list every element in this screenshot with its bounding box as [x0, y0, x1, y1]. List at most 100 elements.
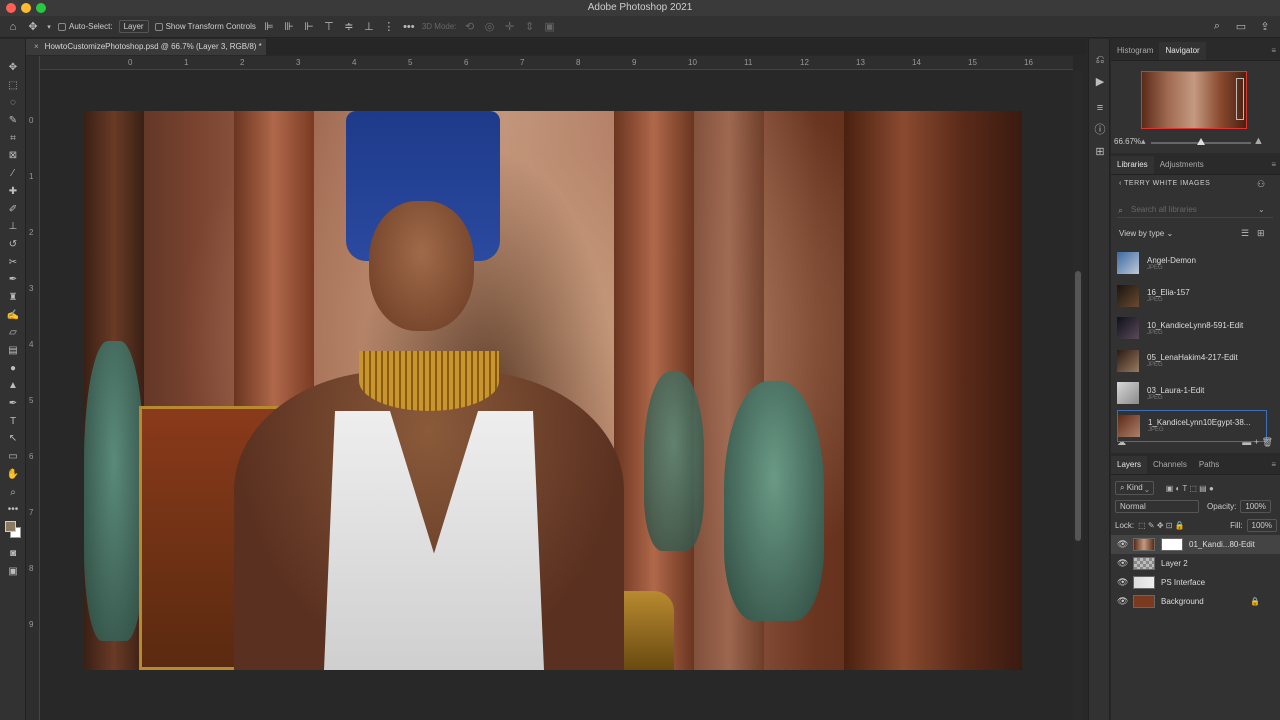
layer-row[interactable]: 👁 PS Interface: [1111, 573, 1280, 592]
actions-play-icon[interactable]: ▶: [1089, 71, 1111, 93]
share-icon[interactable]: ⇪: [1258, 20, 1272, 33]
path-select-tool-icon[interactable]: ↖: [0, 430, 26, 448]
tab-libraries[interactable]: Libraries: [1111, 156, 1154, 174]
eraser-tool-icon[interactable]: ▱: [0, 324, 26, 342]
close-window-button[interactable]: [6, 3, 16, 13]
eye-icon[interactable]: 👁: [1117, 596, 1128, 607]
document-tab[interactable]: × HowtoCustomizePhotoshop.psd @ 66.7% (La…: [26, 39, 266, 55]
pen-tool-icon[interactable]: ✒: [0, 395, 26, 413]
chevron-down-icon[interactable]: ▾: [46, 23, 52, 31]
auto-select-checkbox[interactable]: Auto-Select:: [58, 22, 113, 31]
panel-menu-icon[interactable]: ≡: [1271, 460, 1276, 469]
layer-row[interactable]: 👁 Background 🔒: [1111, 592, 1280, 611]
blur-tool-icon[interactable]: ●: [0, 360, 26, 378]
trash-icon[interactable]: 🗑: [1262, 437, 1273, 447]
edit-toolbar-icon[interactable]: •••: [0, 501, 26, 519]
transform-controls-checkbox[interactable]: Show Transform Controls: [154, 22, 256, 31]
lock-icons[interactable]: ⬚ ✎ ✥ ⊡ 🔒: [1138, 521, 1185, 530]
eyedropper-tool-icon[interactable]: ⁄: [0, 165, 26, 183]
rectangle-tool-icon[interactable]: ▭: [0, 448, 26, 466]
add-icon[interactable]: +: [1254, 437, 1259, 447]
move-tool-icon[interactable]: ✥: [0, 59, 26, 77]
scrollbar-thumb[interactable]: [1075, 271, 1081, 541]
stamp-icon[interactable]: ♜: [0, 289, 26, 307]
list-item[interactable]: 03_Laura-1-Edit JPEG: [1117, 377, 1267, 410]
tab-adjustments[interactable]: Adjustments: [1154, 156, 1210, 174]
document-image[interactable]: [84, 111, 1022, 670]
3d-pan-icon[interactable]: ✛: [503, 20, 517, 33]
align-top-icon[interactable]: ⊤: [322, 20, 336, 33]
fill-input[interactable]: 100%: [1246, 519, 1277, 532]
panel-menu-icon[interactable]: ≡: [1271, 160, 1276, 169]
list-item[interactable]: 05_LenaHakim4-217-Edit JPEG: [1117, 345, 1267, 378]
zoom-in-icon[interactable]: ▲: [1253, 135, 1264, 147]
zoom-tool-icon[interactable]: ⌕: [0, 484, 26, 502]
align-left-icon[interactable]: ⊫: [262, 20, 276, 33]
screen-mode-icon[interactable]: ▣: [0, 563, 26, 581]
list-item[interactable]: 10_KandiceLynn8-591-Edit JPEG: [1117, 312, 1267, 345]
hand-tool-icon[interactable]: ✋: [0, 466, 26, 484]
eye-icon[interactable]: 👁: [1117, 558, 1128, 569]
opacity-input[interactable]: 100%: [1240, 500, 1271, 513]
pen-nib-icon[interactable]: ✒: [0, 271, 26, 289]
tab-navigator[interactable]: Navigator: [1159, 42, 1206, 60]
crop-tool-icon[interactable]: ⌗: [0, 130, 26, 148]
properties-icon[interactable]: ≡: [1089, 97, 1111, 119]
grid-view-icon[interactable]: ⊞: [1257, 228, 1265, 239]
eye-icon[interactable]: 👁: [1117, 539, 1128, 550]
zoom-out-icon[interactable]: ▴: [1141, 136, 1146, 147]
navigator-view-box[interactable]: [1236, 78, 1244, 120]
chevron-down-icon[interactable]: ⌄: [1258, 205, 1265, 214]
quick-mask-icon[interactable]: ◙: [0, 545, 26, 563]
gradient-tool-icon[interactable]: ▤: [0, 342, 26, 360]
layer-filter-dropdown[interactable]: ⌕ Kind ⌄: [1115, 481, 1154, 495]
cloud-icon[interactable]: ☁: [1117, 437, 1126, 449]
clone-stamp-tool-icon[interactable]: ⊥: [0, 218, 26, 236]
panel-menu-icon[interactable]: ≡: [1271, 46, 1276, 55]
align-middle-icon[interactable]: ≑: [342, 20, 356, 33]
history-brush-tool-icon[interactable]: ↺: [0, 236, 26, 254]
layer-mask-thumbnail[interactable]: [1161, 538, 1183, 551]
library-search-input[interactable]: Search all libraries: [1117, 202, 1273, 218]
tab-layers[interactable]: Layers: [1111, 456, 1148, 474]
layer-row[interactable]: 👁 Layer 2: [1111, 554, 1280, 573]
folder-icon[interactable]: ▬: [1242, 437, 1251, 447]
user-icon[interactable]: ⚇: [1257, 179, 1265, 190]
close-tab-icon[interactable]: ×: [34, 42, 39, 51]
sort-icon[interactable]: ☰: [1241, 228, 1249, 239]
list-item[interactable]: 16_Elia-157 JPEG: [1117, 280, 1267, 313]
align-center-icon[interactable]: ⊪: [282, 20, 296, 33]
align-bottom-icon[interactable]: ⊥: [362, 20, 376, 33]
navigator-zoom-value[interactable]: 66.67%: [1114, 137, 1141, 146]
minimize-window-button[interactable]: [21, 3, 31, 13]
3d-roll-icon[interactable]: ◎: [483, 20, 497, 33]
info-icon[interactable]: ⓘ: [1089, 119, 1111, 141]
zoom-slider-knob[interactable]: [1197, 138, 1205, 145]
list-item[interactable]: Angel-Demon JPEG: [1117, 247, 1267, 280]
library-header[interactable]: ‹ TERRY WHITE IMAGES: [1119, 180, 1210, 187]
3d-scale-icon[interactable]: ▣: [543, 20, 557, 33]
distribute-icon[interactable]: ⋮: [382, 20, 396, 33]
scissors-icon[interactable]: ✂: [0, 254, 26, 272]
tab-channels[interactable]: Channels: [1147, 456, 1193, 474]
move-tool-icon[interactable]: ✥: [26, 20, 40, 33]
adjust-icon[interactable]: ⊞: [1089, 141, 1111, 163]
blend-mode-dropdown[interactable]: Normal: [1115, 500, 1199, 513]
auto-select-dropdown[interactable]: Layer: [118, 20, 149, 33]
frame-tool-icon[interactable]: ⊠: [0, 147, 26, 165]
more-options-icon[interactable]: •••: [402, 21, 416, 33]
workspace-icon[interactable]: ▭: [1234, 20, 1248, 33]
foreground-color-swatch[interactable]: [5, 520, 16, 532]
eye-icon[interactable]: 👁: [1117, 577, 1128, 588]
layer-row[interactable]: 👁 01_Kandi...80-Edit: [1111, 535, 1280, 554]
quick-select-tool-icon[interactable]: ✎: [0, 112, 26, 130]
filter-icons[interactable]: ▣ ◐ T ⬚ ▤ ●: [1166, 484, 1214, 493]
view-by-dropdown[interactable]: View by type ⌄: [1119, 229, 1173, 238]
home-icon[interactable]: ⌂: [6, 21, 20, 33]
vertical-scrollbar[interactable]: [1073, 71, 1083, 720]
type-tool-icon[interactable]: T: [0, 413, 26, 431]
paint-brush-icon[interactable]: ✍: [0, 307, 26, 325]
zoom-window-button[interactable]: [36, 3, 46, 13]
tab-histogram[interactable]: Histogram: [1111, 42, 1159, 60]
brush-tool-icon[interactable]: ✐: [0, 201, 26, 219]
